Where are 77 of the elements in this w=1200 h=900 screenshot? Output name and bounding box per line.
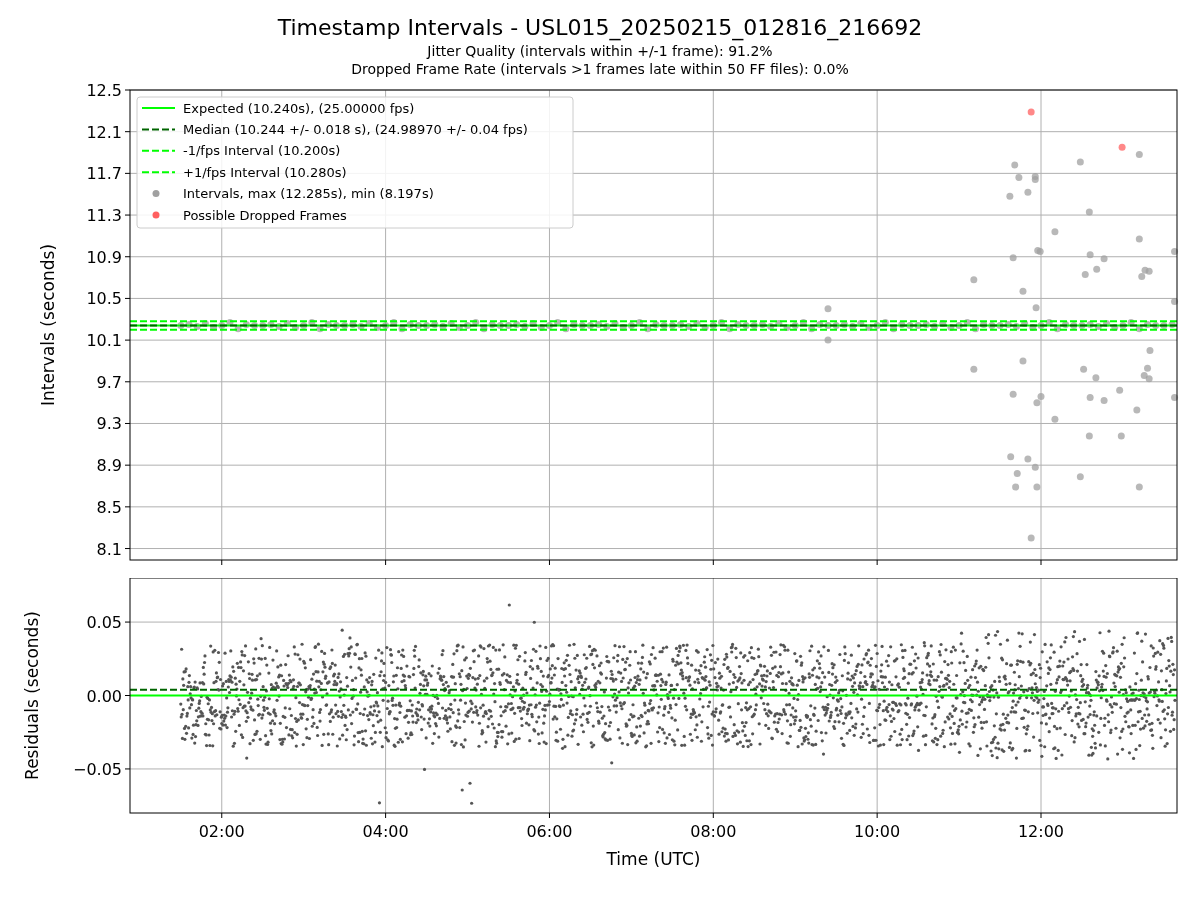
y-tick-label: −0.05	[72, 759, 122, 779]
figure-subtitle: Jitter Quality (intervals within +/-1 frame): 91.2%	[427, 42, 773, 60]
y-tick-label: 11.7	[86, 164, 122, 184]
data-point	[1117, 432, 1125, 440]
data-point	[1118, 143, 1126, 151]
data-point	[1051, 228, 1059, 236]
y-tick-label: 8.5	[96, 497, 122, 517]
data-point	[1171, 248, 1179, 256]
data-point	[1100, 397, 1108, 405]
figure-subtitle: Dropped Frame Rate (intervals >1 frames late within 50 FF files): 0.0%	[351, 60, 849, 78]
x-tick-label: 06:00	[526, 822, 573, 841]
data-point	[1012, 483, 1020, 491]
data-point	[1135, 151, 1143, 159]
data-point	[1135, 483, 1143, 491]
y-tick-label: 8.1	[96, 539, 122, 559]
x-tick-label: 10:00	[854, 822, 901, 841]
data-point	[970, 276, 978, 284]
y-tick-label: 12.1	[86, 122, 122, 142]
x-tick-label: 02:00	[198, 822, 245, 841]
data-point	[824, 305, 832, 313]
data-point	[1015, 174, 1023, 182]
y-tick-label: 8.9	[96, 456, 122, 476]
legend-label: Expected (10.240s), (25.00000 fps)	[183, 100, 415, 116]
figure-title: Timestamp Intervals - USL015_20250215_012816_216692	[277, 14, 923, 42]
legend-label: +1/fps Interval (10.280s)	[183, 164, 347, 180]
data-point	[1027, 534, 1035, 542]
x-tick-label: 04:00	[362, 822, 409, 841]
legend-label: Median (10.244 +/- 0.018 s), (24.98970 +/- 0.04 fps)	[183, 121, 528, 137]
data-point	[1076, 473, 1084, 481]
data-point	[1033, 483, 1041, 491]
data-point	[1009, 390, 1017, 398]
data-point	[1080, 365, 1088, 373]
data-point	[1116, 386, 1124, 394]
y-tick-label: 0.00	[86, 686, 122, 706]
data-point	[1006, 192, 1014, 200]
data-point	[1086, 393, 1094, 401]
data-point	[1171, 393, 1179, 401]
data-point	[1032, 304, 1040, 312]
data-point	[1086, 251, 1094, 259]
data-point	[1085, 432, 1093, 440]
data-point	[1076, 158, 1084, 166]
data-point	[1051, 415, 1059, 423]
data-point	[1009, 254, 1017, 262]
legend-label: Possible Dropped Frames	[183, 207, 347, 223]
legend-label: -1/fps Interval (10.200s)	[183, 143, 341, 159]
data-point	[970, 365, 978, 373]
data-point	[1100, 255, 1108, 263]
data-point	[1092, 374, 1100, 382]
data-point	[1019, 287, 1027, 295]
data-point	[1081, 270, 1089, 278]
y-axis-label: Intervals (seconds)	[38, 243, 58, 407]
y-tick-label: 10.9	[86, 247, 122, 267]
data-point	[1007, 453, 1015, 461]
data-point	[1133, 406, 1141, 414]
y-tick-label: 11.3	[86, 206, 122, 226]
data-point	[1019, 357, 1027, 365]
y-axis-label: Residuals (seconds)	[22, 611, 42, 780]
data-point	[1093, 265, 1101, 273]
x-axis-label: Time (UTC)	[606, 849, 701, 869]
y-tick-label: 9.7	[96, 372, 122, 392]
data-point	[1013, 470, 1021, 477]
data-point	[1024, 188, 1032, 196]
data-point	[1135, 235, 1143, 243]
data-point	[1146, 347, 1154, 355]
data-point	[1011, 161, 1019, 169]
x-tick-label: 12:00	[1017, 822, 1065, 841]
x-tick-label: 08:00	[690, 822, 737, 841]
y-tick-label: 10.1	[86, 331, 122, 351]
y-tick-label: 9.3	[96, 414, 122, 434]
y-tick-label: 10.5	[86, 289, 122, 309]
data-point	[1085, 208, 1093, 216]
data-point	[824, 336, 832, 344]
legend-label: Intervals, max (12.285s), min (8.197s)	[183, 186, 434, 202]
data-point	[1027, 108, 1035, 116]
y-tick-label: 12.5	[86, 81, 122, 100]
data-point	[1171, 298, 1179, 306]
y-tick-label: 0.05	[86, 613, 122, 633]
